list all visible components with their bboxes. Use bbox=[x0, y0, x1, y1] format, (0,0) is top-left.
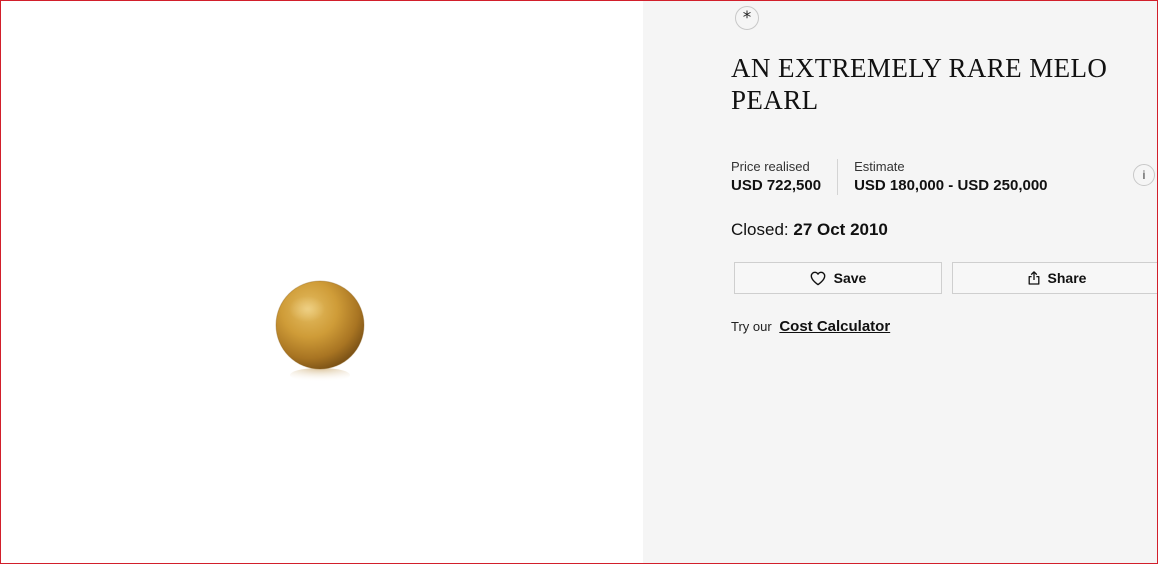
asterisk-icon: * bbox=[735, 6, 759, 30]
lot-image-pane[interactable] bbox=[1, 1, 643, 563]
lot-title: AN EXTREMELY RARE MELO PEARL bbox=[731, 53, 1108, 115]
save-label: Save bbox=[833, 270, 867, 286]
lot-details-panel: * AN EXTREMELY RARE MELO PEARL Price rea… bbox=[643, 1, 1157, 563]
heart-icon bbox=[810, 271, 826, 286]
price-realised-group: Price realised USD 722,500 bbox=[731, 159, 839, 195]
estimate-group: Estimate USD 180,000 - USD 250,000 bbox=[838, 159, 1047, 195]
cost-calculator-prompt: Try our Cost Calculator bbox=[731, 319, 890, 335]
page-frame: * AN EXTREMELY RARE MELO PEARL Price rea… bbox=[0, 0, 1158, 564]
share-button[interactable]: Share bbox=[952, 262, 1157, 294]
calculator-prefix: Try our bbox=[731, 319, 772, 334]
pearl-image bbox=[271, 277, 371, 389]
share-icon bbox=[1028, 271, 1040, 285]
price-realised-value: USD 722,500 bbox=[731, 177, 822, 194]
save-button[interactable]: Save bbox=[734, 262, 942, 294]
closed-status: Closed: 27 Oct 2010 bbox=[731, 220, 888, 240]
estimate-value: USD 180,000 - USD 250,000 bbox=[854, 177, 1048, 194]
closed-date: 27 Oct 2010 bbox=[793, 220, 888, 239]
closed-label: Closed: bbox=[731, 220, 789, 239]
info-icon[interactable]: i bbox=[1133, 164, 1155, 186]
price-realised-label: Price realised bbox=[731, 159, 810, 174]
price-summary: Price realised USD 722,500 Estimate USD … bbox=[731, 159, 1048, 195]
estimate-label: Estimate bbox=[854, 159, 905, 174]
cost-calculator-link[interactable]: Cost Calculator bbox=[779, 318, 890, 335]
share-label: Share bbox=[1047, 270, 1087, 286]
